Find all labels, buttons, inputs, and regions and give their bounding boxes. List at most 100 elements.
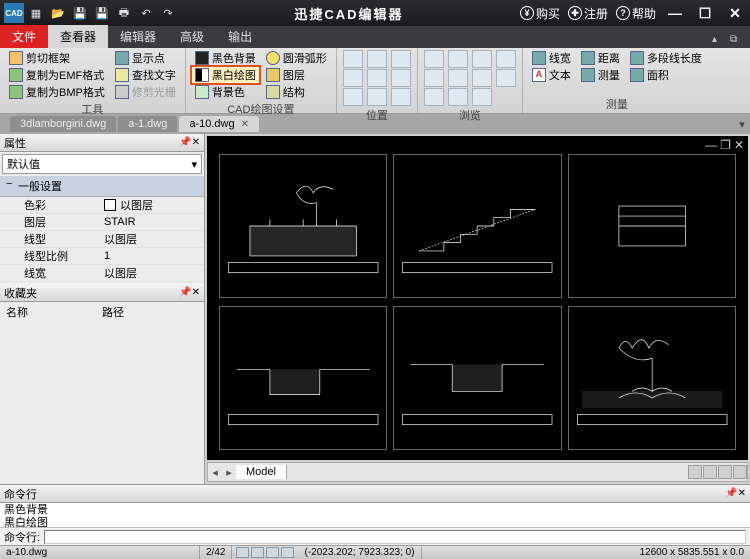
distance-button[interactable]: 距离 xyxy=(578,50,623,66)
prop-row-color[interactable]: 色彩以图层 xyxy=(0,197,204,214)
undo-icon[interactable]: ↶ xyxy=(136,3,156,23)
close-panel-icon[interactable]: ✕ xyxy=(192,137,200,148)
new-icon[interactable]: ▦ xyxy=(26,3,46,23)
linewidth-button[interactable]: 线宽 xyxy=(529,50,574,66)
smooth-arc-button[interactable]: 圆滑弧形 xyxy=(263,50,330,66)
cmd-close-icon[interactable]: ✕ xyxy=(738,488,746,499)
canvas-min-icon[interactable]: — xyxy=(705,138,717,152)
pos-btn-6[interactable] xyxy=(367,88,387,106)
view-btn-9[interactable] xyxy=(472,88,492,106)
doc-tab-1[interactable]: 3dlamborgini.dwg xyxy=(10,116,116,132)
view-btn-8[interactable] xyxy=(472,69,492,87)
default-value-combo[interactable]: 默认值▾ xyxy=(2,154,202,174)
view-btn-11[interactable] xyxy=(496,69,516,87)
model-tab[interactable]: Model xyxy=(236,465,287,479)
model-prev-icon[interactable]: ◂ xyxy=(208,466,222,479)
tab-output[interactable]: 输出 xyxy=(216,25,264,48)
thumb-1[interactable] xyxy=(219,154,387,298)
prop-row-layer[interactable]: 图层STAIR xyxy=(0,214,204,231)
tab-editor[interactable]: 编辑器 xyxy=(108,25,168,48)
prop-row-ltscale[interactable]: 线型比例1 xyxy=(0,248,204,265)
redo-icon[interactable]: ↷ xyxy=(158,3,178,23)
thumb-5[interactable] xyxy=(393,306,561,450)
bg-color-button[interactable]: 背景色 xyxy=(192,84,259,100)
minimize-ribbon-icon[interactable]: ▴ xyxy=(712,34,726,48)
pos-btn-9[interactable] xyxy=(391,88,411,106)
ortho-icon[interactable] xyxy=(266,547,279,558)
prop-row-lineweight[interactable]: 线宽以图层 xyxy=(0,265,204,282)
view-btn-10[interactable] xyxy=(496,50,516,68)
open-icon[interactable]: 📂 xyxy=(48,3,68,23)
doc-tab-2[interactable]: a-1.dwg xyxy=(118,116,177,132)
thumb-4[interactable] xyxy=(219,306,387,450)
clip-frame-button[interactable]: 剪切框架 xyxy=(6,50,108,66)
bw-drawing-button[interactable]: 黑白绘图 xyxy=(192,67,259,83)
measure-button[interactable]: 测量 xyxy=(578,67,623,83)
view-btn-3[interactable] xyxy=(424,88,444,106)
thumb-6[interactable] xyxy=(568,306,736,450)
close-tab-icon[interactable]: ✕ xyxy=(241,119,249,130)
close-button[interactable]: ✕ xyxy=(724,5,746,22)
show-points-button[interactable]: 显示点 xyxy=(112,50,179,66)
grid-icon[interactable] xyxy=(251,547,264,558)
thumb-3[interactable] xyxy=(568,154,736,298)
minimize-button[interactable]: — xyxy=(664,5,686,21)
register-link[interactable]: ✚注册 xyxy=(568,5,608,22)
copy-emf-button[interactable]: 复制为EMF格式 xyxy=(6,67,108,83)
print-icon[interactable]: 🖶 xyxy=(114,3,134,23)
copy-bmp-button[interactable]: 复制为BMP格式 xyxy=(6,84,108,100)
pos-btn-8[interactable] xyxy=(391,69,411,87)
black-bg-button[interactable]: 黑色背景 xyxy=(192,50,259,66)
area-button[interactable]: 面积 xyxy=(627,67,705,83)
fav-pin-icon[interactable]: 📌 xyxy=(179,287,191,298)
canvas-close-icon[interactable]: ✕ xyxy=(734,138,744,152)
polar-icon[interactable] xyxy=(281,547,294,558)
command-input[interactable] xyxy=(44,530,746,544)
tabs-dropdown-icon[interactable]: ▾ xyxy=(734,118,750,131)
view-btn-6[interactable] xyxy=(448,88,468,106)
view-btn-1[interactable] xyxy=(424,50,444,68)
structure-button[interactable]: 结构 xyxy=(263,84,330,100)
layers-button[interactable]: 图层 xyxy=(263,67,330,83)
maximize-button[interactable]: ☐ xyxy=(694,5,716,22)
canvas-max-icon[interactable]: ❐ xyxy=(720,138,731,152)
saveas-icon[interactable]: 💾 xyxy=(92,3,112,23)
hscroll-right[interactable] xyxy=(703,465,717,479)
polyline-length-button[interactable]: 多段线长度 xyxy=(627,50,705,66)
help-link[interactable]: ?帮助 xyxy=(616,5,656,22)
pos-btn-3[interactable] xyxy=(343,88,363,106)
vscroll-up[interactable] xyxy=(718,465,732,479)
pos-btn-5[interactable] xyxy=(367,69,387,87)
doc-tab-3[interactable]: a-10.dwg✕ xyxy=(179,116,259,132)
tab-advanced[interactable]: 高级 xyxy=(168,25,216,48)
pos-btn-1[interactable] xyxy=(343,50,363,68)
text-button[interactable]: A文本 xyxy=(529,67,574,83)
ribbon-group-measure: 线宽 A文本 距离 测量 多段线长度 面积 测量 xyxy=(523,48,711,113)
tab-file[interactable]: 文件 xyxy=(0,25,48,48)
view-btn-2[interactable] xyxy=(424,69,444,87)
save-icon[interactable]: 💾 xyxy=(70,3,90,23)
find-text-button[interactable]: 查找文字 xyxy=(112,67,179,83)
property-grid: −一般设置 色彩以图层 图层STAIR 线型以图层 线型比例1 线宽以图层 xyxy=(0,176,204,282)
vscroll-down[interactable] xyxy=(733,465,747,479)
snap-icon[interactable] xyxy=(236,547,249,558)
cmd-pin-icon[interactable]: 📌 xyxy=(725,488,737,499)
view-btn-4[interactable] xyxy=(448,50,468,68)
model-next-icon[interactable]: ▸ xyxy=(222,466,236,479)
thumb-2[interactable] xyxy=(393,154,561,298)
tab-viewer[interactable]: 查看器 xyxy=(48,25,108,48)
pin-icon[interactable]: 📌 xyxy=(179,137,191,148)
buy-link[interactable]: ¥购买 xyxy=(520,5,560,22)
hscroll-left[interactable] xyxy=(688,465,702,479)
app-icon[interactable]: CAD xyxy=(4,3,24,23)
view-btn-7[interactable] xyxy=(472,50,492,68)
pos-btn-2[interactable] xyxy=(343,69,363,87)
prop-row-linetype[interactable]: 线型以图层 xyxy=(0,231,204,248)
drawing-canvas[interactable]: — ❐ ✕ xyxy=(207,136,748,460)
view-btn-5[interactable] xyxy=(448,69,468,87)
ribbon-group-view: 浏览 xyxy=(418,48,523,113)
fav-close-icon[interactable]: ✕ xyxy=(192,287,200,298)
restore-icon[interactable]: ⧉ xyxy=(730,34,744,48)
pos-btn-7[interactable] xyxy=(391,50,411,68)
pos-btn-4[interactable] xyxy=(367,50,387,68)
